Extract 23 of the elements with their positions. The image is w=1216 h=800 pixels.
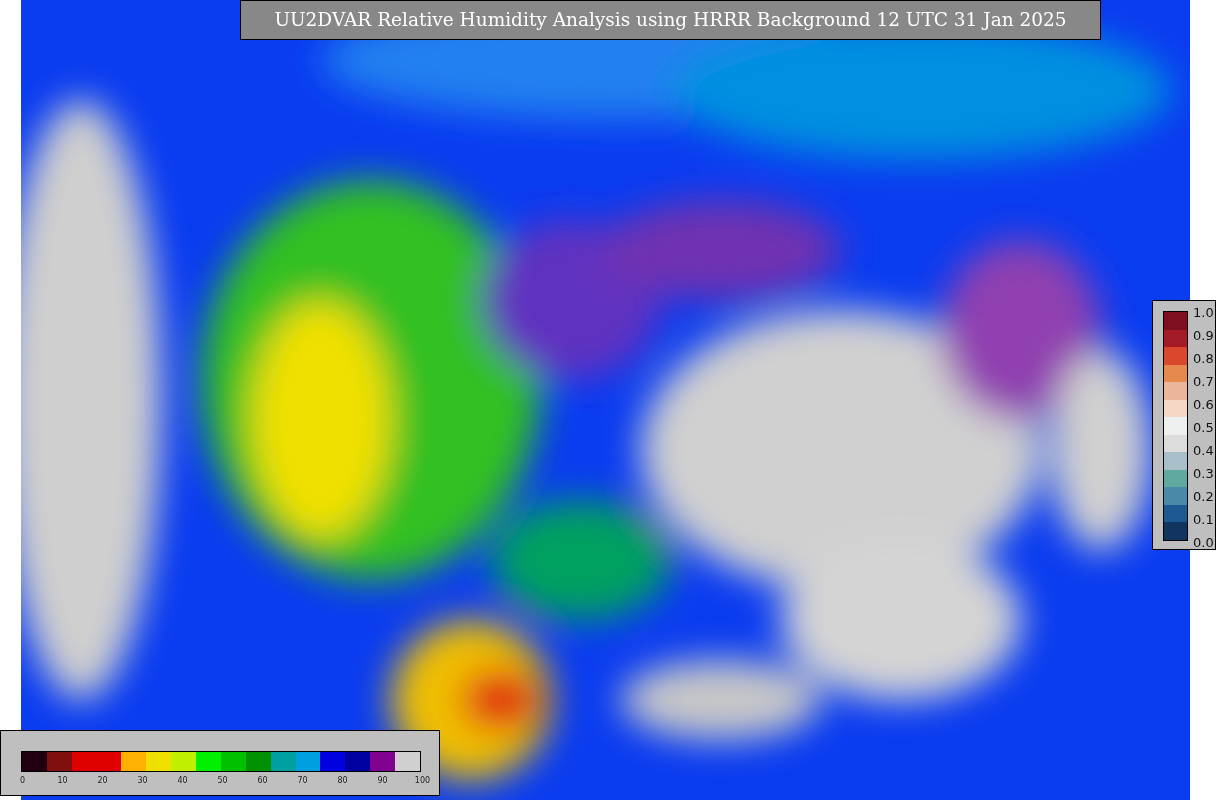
colorbar-tick-label: 60 bbox=[257, 775, 268, 787]
colorbar-tick-label: 10 bbox=[57, 775, 68, 787]
colorbar-tick-label: 0.6 bbox=[1193, 395, 1214, 414]
colorbar-tick-label: 80 bbox=[337, 775, 348, 787]
colorbar-tick-label: 0.3 bbox=[1193, 464, 1214, 483]
colorbar-tick-label: 0.7 bbox=[1193, 372, 1214, 391]
map-title: UU2DVAR Relative Humidity Analysis using HRRR Background 12 UTC 31 Jan 2025 bbox=[240, 0, 1101, 40]
colorbar-tick-label: 0.5 bbox=[1193, 418, 1214, 437]
colorbar-tick-label: 0.0 bbox=[1193, 533, 1214, 552]
colorbar-tick-label: 1.0 bbox=[1193, 303, 1214, 322]
colorbar-tick-label: 0 bbox=[19, 775, 26, 787]
colorbar-tick-label: 0.4 bbox=[1193, 441, 1214, 460]
colorbar-tick-label: 100 bbox=[414, 775, 431, 787]
colorbar-tick-label: 0.2 bbox=[1193, 487, 1214, 506]
colorbar-tick-label: 0.1 bbox=[1193, 510, 1214, 529]
colorbar-tick-label: 50 bbox=[217, 775, 228, 787]
colorbar-tick-label: 0.8 bbox=[1193, 349, 1214, 368]
colorbar-tick-label: 40 bbox=[177, 775, 188, 787]
colorbar-tick-label: 70 bbox=[297, 775, 308, 787]
colorbar-tick-label: 0.9 bbox=[1193, 326, 1214, 345]
colorbar-tick-label: 20 bbox=[97, 775, 108, 787]
colorbar-tick-label: 90 bbox=[377, 775, 388, 787]
colorbar-tick-label: 30 bbox=[137, 775, 148, 787]
